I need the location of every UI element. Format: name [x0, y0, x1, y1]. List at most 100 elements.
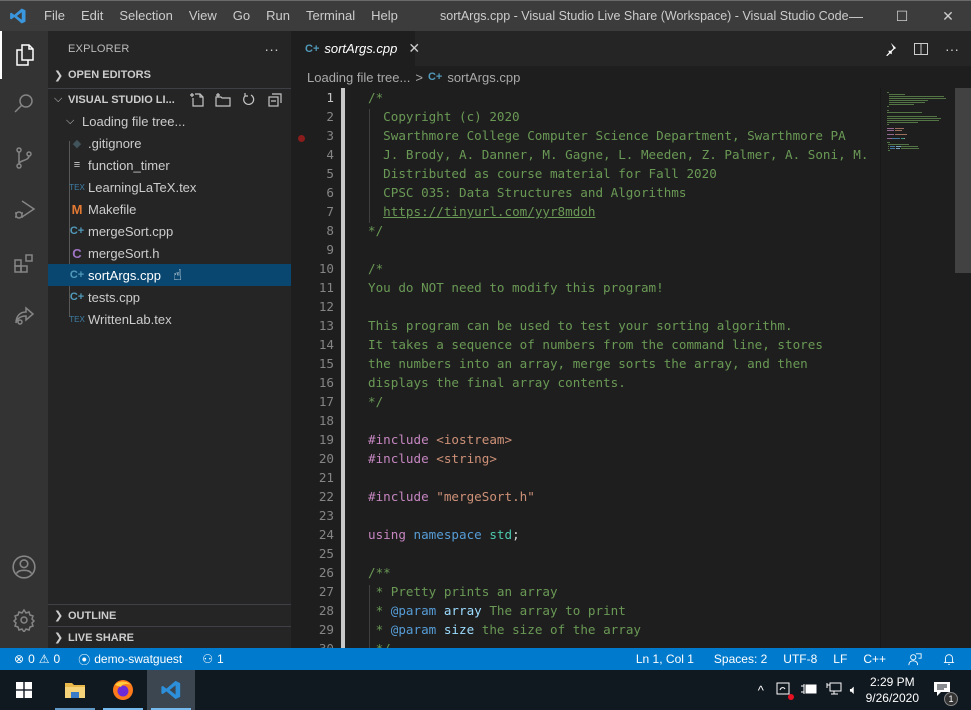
- code-line[interactable]: 7 https://tinyurl.com/yyr8mdoh: [291, 202, 825, 221]
- run-debug-icon[interactable]: [0, 186, 48, 234]
- menu-go[interactable]: Go: [225, 1, 258, 31]
- encoding[interactable]: UTF-8: [776, 648, 824, 670]
- code-line[interactable]: 11 You do NOT need to modify this program…: [291, 278, 825, 297]
- new-folder-icon[interactable]: [215, 92, 231, 108]
- firefox-icon[interactable]: [99, 670, 147, 710]
- outline-section[interactable]: ❯ OUTLINE: [48, 604, 291, 626]
- code-line[interactable]: 3 Swarthmore College Computer Science De…: [291, 126, 845, 145]
- problems-status[interactable]: ⊗ 0 ⚠ 0: [0, 648, 67, 670]
- tab-sortargs-cpp[interactable]: C+ sortArgs.cpp ✕: [291, 31, 420, 66]
- code-token[interactable]: https://tinyurl.com/yyr8mdoh: [383, 204, 595, 219]
- file-item[interactable]: C+ sortArgs.cpp ☝: [48, 264, 291, 286]
- code-line[interactable]: 18: [291, 411, 825, 430]
- code-line[interactable]: 27 * Pretty prints an array: [291, 582, 825, 601]
- vertical-scrollbar[interactable]: [955, 88, 971, 273]
- notifications-bell-icon[interactable]: [935, 648, 963, 670]
- menu-help[interactable]: Help: [363, 1, 406, 31]
- code-line[interactable]: 21: [291, 468, 825, 487]
- folder-loading-row[interactable]: ⌵ Loading file tree...: [48, 110, 291, 132]
- code-line[interactable]: 13 This program can be used to test your …: [291, 316, 825, 335]
- cursor-position[interactable]: Ln 1, Col 1: [629, 648, 701, 670]
- code-line[interactable]: 10 /*: [291, 259, 825, 278]
- code-line[interactable]: 26 /**: [291, 563, 825, 582]
- code-line[interactable]: 24 using namespace std;: [291, 525, 825, 544]
- live-share-status[interactable]: ⦿ demo-swatguest: [71, 648, 189, 670]
- breakpoint-icon[interactable]: [298, 135, 305, 142]
- code-line[interactable]: 15 the numbers into an array, merge sorts…: [291, 354, 825, 373]
- code-line[interactable]: 4 J. Brody, A. Danner, M. Gagne, L. Meed…: [291, 145, 868, 164]
- battery-icon[interactable]: [800, 682, 818, 699]
- file-item[interactable]: M Makefile: [48, 198, 291, 220]
- clock[interactable]: 2:29 PM 9/26/2020: [866, 674, 919, 706]
- code-line[interactable]: 5 Distributed as course material for Fal…: [291, 164, 825, 183]
- code-line[interactable]: 19 #include <iostream>: [291, 430, 825, 449]
- onedrive-sync-icon[interactable]: [776, 681, 794, 700]
- refresh-icon[interactable]: [241, 92, 257, 108]
- menu-selection[interactable]: Selection: [111, 1, 180, 31]
- close-tab-icon[interactable]: ✕: [408, 40, 420, 57]
- participants-status[interactable]: ⚇ 1: [195, 648, 230, 670]
- windows-start-icon[interactable]: [0, 670, 48, 710]
- more-actions-button[interactable]: ···: [264, 41, 279, 57]
- close-window-button[interactable]: ✕: [925, 1, 971, 31]
- indentation[interactable]: Spaces: 2: [707, 648, 774, 670]
- open-editors-section[interactable]: ❯ OPEN EDITORS: [48, 64, 291, 86]
- end-of-line[interactable]: LF: [826, 648, 854, 670]
- file-explorer-icon[interactable]: [51, 670, 99, 710]
- menu-view[interactable]: View: [181, 1, 225, 31]
- source-control-icon[interactable]: [0, 134, 48, 182]
- code-line[interactable]: 12: [291, 297, 825, 316]
- action-center-icon[interactable]: 1: [933, 681, 958, 706]
- code-line[interactable]: 9: [291, 240, 825, 259]
- search-icon[interactable]: [0, 79, 48, 127]
- code-line[interactable]: 1 /*: [291, 88, 825, 107]
- menu-run[interactable]: Run: [258, 1, 298, 31]
- workspace-section[interactable]: ⌵ VISUAL STUDIO LI...: [48, 88, 291, 110]
- live-share-icon[interactable]: [0, 291, 48, 339]
- code-line[interactable]: 25: [291, 544, 825, 563]
- editor-more-actions-icon[interactable]: ···: [945, 41, 959, 57]
- accounts-icon[interactable]: [0, 543, 48, 591]
- minimize-button[interactable]: —: [833, 1, 879, 31]
- file-item[interactable]: C+ tests.cpp: [48, 286, 291, 308]
- code-line[interactable]: 8 */: [291, 221, 825, 240]
- new-file-icon[interactable]: [189, 92, 205, 108]
- file-item[interactable]: ≡ function_timer: [48, 154, 291, 176]
- code-line[interactable]: 2 Copyright (c) 2020: [291, 107, 825, 126]
- code-line[interactable]: 16 displays the final array contents.: [291, 373, 825, 392]
- maximize-button[interactable]: ☐: [879, 1, 925, 31]
- file-item[interactable]: C+ mergeSort.cpp: [48, 220, 291, 242]
- language-mode[interactable]: C++: [856, 648, 893, 670]
- file-item[interactable]: TEX LearningLaTeX.tex: [48, 176, 291, 198]
- breadcrumb-file[interactable]: sortArgs.cpp: [447, 70, 520, 85]
- menu-edit[interactable]: Edit: [73, 1, 111, 31]
- code-line[interactable]: 20 #include <string>: [291, 449, 825, 468]
- minimap[interactable]: [880, 88, 954, 648]
- code-line[interactable]: 6 CPSC 035: Data Structures and Algorith…: [291, 183, 825, 202]
- code-line[interactable]: 14 It takes a sequence of numbers from th…: [291, 335, 825, 354]
- code-line[interactable]: 29 * @param size the size of the array: [291, 620, 825, 639]
- code-editor[interactable]: 1/* 2 Copyright (c) 2020 3 Swarthmore Coll…: [291, 88, 971, 648]
- code-line[interactable]: 30 */: [291, 639, 825, 648]
- vscode-icon[interactable]: [147, 670, 195, 710]
- manage-gear-icon[interactable]: [0, 596, 48, 644]
- file-item[interactable]: TEX WrittenLab.tex: [48, 308, 291, 330]
- live-share-section[interactable]: ❯ LIVE SHARE: [48, 626, 291, 648]
- pin-icon[interactable]: [883, 42, 897, 56]
- explorer-icon[interactable]: [0, 31, 48, 79]
- split-editor-icon[interactable]: [913, 41, 929, 57]
- network-icon[interactable]: [826, 682, 842, 699]
- code-line[interactable]: 23: [291, 506, 825, 525]
- file-item[interactable]: ◆ .gitignore: [48, 132, 291, 154]
- code-line[interactable]: 17 */: [291, 392, 825, 411]
- collapse-all-icon[interactable]: [267, 92, 283, 108]
- extensions-icon[interactable]: [0, 240, 48, 288]
- code-line[interactable]: 22 #include "mergeSort.h": [291, 487, 825, 506]
- breadcrumb-folder[interactable]: Loading file tree...: [307, 70, 410, 85]
- volume-icon[interactable]: 🔈︎: [850, 682, 858, 698]
- menu-terminal[interactable]: Terminal: [298, 1, 363, 31]
- menu-file[interactable]: File: [36, 1, 73, 31]
- code-line[interactable]: 28 * @param array The array to print: [291, 601, 825, 620]
- show-hidden-icons-icon[interactable]: ^: [758, 683, 764, 698]
- file-item[interactable]: CmergeSort.h: [48, 242, 291, 264]
